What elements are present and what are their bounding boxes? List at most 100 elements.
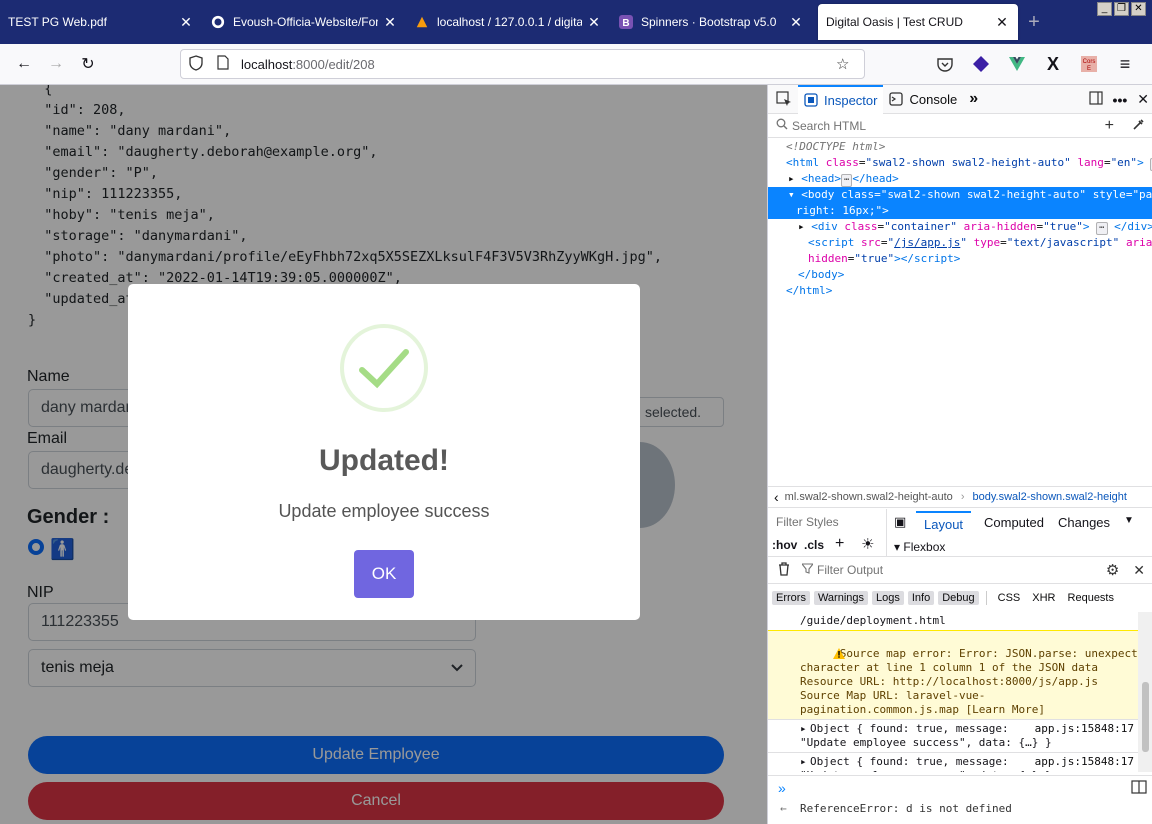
trash-icon[interactable]	[778, 561, 790, 579]
tab-console[interactable]: Console	[883, 85, 963, 114]
cors-extension-icon[interactable]: Cors E	[1078, 53, 1100, 75]
url-text[interactable]: localhost:8000/edit/208	[241, 57, 836, 72]
tree-container-div[interactable]: ▸ <div class="container" aria-hidden="tr…	[768, 219, 1152, 235]
reload-icon[interactable]: ↻	[72, 48, 104, 80]
dock-side-icon[interactable]	[1088, 91, 1103, 108]
bookmark-star-icon[interactable]: ☆	[836, 55, 856, 73]
filter-xhr[interactable]: XHR	[1028, 591, 1059, 605]
tab-inspector[interactable]: Inspector	[798, 84, 884, 114]
light-theme-icon[interactable]: ☀	[861, 535, 874, 553]
more-options-icon[interactable]: •••	[1113, 92, 1128, 108]
close-tab-icon[interactable]: ✕	[994, 14, 1010, 31]
tree-script-cont[interactable]: hidden="true"></script>	[768, 251, 1152, 267]
history-arrow-icon: ←	[780, 802, 787, 815]
close-split-console-icon[interactable]: ✕	[1133, 562, 1145, 579]
forward-arrow-icon[interactable]: →	[40, 48, 72, 80]
console-scrollbar[interactable]	[1138, 612, 1152, 772]
close-tab-icon[interactable]: ✕	[788, 14, 804, 31]
filter-info[interactable]: Info	[907, 591, 935, 605]
search-html-input[interactable]: Search HTML	[792, 119, 1105, 133]
tree-body-selected-cont[interactable]: right: 16px;">	[768, 203, 1152, 219]
modal-title: Updated!	[319, 444, 449, 477]
extension-diamond-icon[interactable]	[970, 53, 992, 75]
console-icon	[889, 92, 904, 106]
expand-arrow-icon[interactable]: ▸	[800, 755, 807, 769]
filter-errors[interactable]: Errors	[772, 591, 810, 605]
tree-html-open[interactable]: <html class="swal2-shown swal2-height-au…	[768, 155, 1152, 171]
add-node-icon[interactable]: +	[1105, 117, 1114, 135]
log-object-text: Object { found: true, message:	[810, 755, 1009, 768]
add-rule-icon[interactable]: +	[835, 535, 844, 553]
browser-tab[interactable]: B Spinners · Bootstrap v5.0 ✕	[610, 0, 812, 44]
browser-tab-active[interactable]: Digital Oasis | Test CRUD ✕	[818, 4, 1018, 40]
filter-debug[interactable]: Debug	[938, 591, 979, 605]
log-source-link[interactable]: app.js:15848:17	[1035, 755, 1134, 769]
flexbox-section[interactable]: ▾ Flexbox	[894, 540, 945, 554]
page-icon[interactable]	[217, 55, 231, 73]
filter-css[interactable]: CSS	[994, 591, 1025, 605]
breadcrumb-item-body[interactable]: body.swal2-shown.swal2-height	[972, 491, 1127, 503]
vue-devtools-icon[interactable]	[1006, 53, 1028, 75]
log-source-link[interactable]: app.js:15848:17	[1035, 722, 1134, 736]
filter-output-input[interactable]: Filter Output	[817, 563, 1106, 577]
tab-changes[interactable]: Changes	[1058, 515, 1110, 530]
breadcrumb-item-html[interactable]: ml.swal2-shown.swal2-height-auto	[785, 491, 953, 503]
editor-mode-icon[interactable]	[1131, 780, 1147, 797]
svg-text:Cors: Cors	[1083, 59, 1096, 65]
minimize-button[interactable]: _	[1097, 2, 1112, 16]
more-dropdown-icon[interactable]: ▼	[1124, 515, 1134, 526]
more-tabs-icon[interactable]: »	[963, 85, 984, 114]
gear-icon[interactable]: ⚙	[1106, 561, 1119, 579]
filter-logs[interactable]: Logs	[872, 591, 904, 605]
expand-arrow-icon[interactable]: ▸	[800, 722, 807, 736]
close-tab-icon[interactable]: ✕	[382, 14, 398, 31]
tree-body-selected[interactable]: ▾ <body class="swal2-shown swal2-height-…	[768, 187, 1152, 203]
close-window-button[interactable]: ✕	[1131, 2, 1146, 16]
back-arrow-icon[interactable]: ←	[8, 48, 40, 80]
svg-text:B: B	[622, 18, 629, 29]
tab-computed[interactable]: Computed	[984, 515, 1044, 530]
x-extension-icon[interactable]: X	[1042, 53, 1064, 75]
modal-message: Update employee success	[278, 501, 490, 521]
prompt-chevron-icon: »	[778, 780, 786, 796]
tree-doctype[interactable]: <!DOCTYPE html>	[768, 139, 1152, 155]
close-tab-icon[interactable]: ✕	[178, 14, 194, 31]
warning-line: Source Map URL: laravel-vue-	[800, 689, 986, 702]
console-log-object[interactable]: ▸Object { found: true, message: "Update …	[768, 720, 1138, 753]
bootstrap-icon: B	[618, 14, 634, 30]
filter-icon	[800, 563, 815, 577]
console-log-object[interactable]: ▸Object { found: true, message: "Update …	[768, 753, 1138, 772]
url-bar[interactable]: localhost:8000/edit/208 ☆	[180, 49, 865, 79]
pocket-icon[interactable]	[934, 53, 956, 75]
browser-tab[interactable]: localhost / 127.0.0.1 / digital_c ✕	[406, 0, 610, 44]
filter-requests[interactable]: Requests	[1064, 591, 1118, 605]
element-picker-icon[interactable]	[768, 85, 798, 114]
cls-toggle[interactable]: .cls	[804, 538, 824, 552]
console-input[interactable]: » ← ReferenceError: d is not defined	[768, 775, 1152, 824]
filter-styles-input[interactable]: Filter Styles	[776, 515, 839, 529]
tab-title: Evoush-Officia-Website/FormE	[233, 15, 378, 29]
tree-body-close[interactable]: </body>	[768, 267, 1152, 283]
tree-head[interactable]: ▸ <head> ⋯ </head>	[768, 171, 1152, 187]
filter-warnings[interactable]: Warnings	[813, 591, 869, 605]
hamburger-menu-icon[interactable]: ≡	[1114, 53, 1136, 75]
ok-button[interactable]: OK	[354, 550, 414, 598]
url-host: localhost	[241, 56, 293, 72]
browser-tab[interactable]: TEST PG Web.pdf ✕	[0, 0, 202, 44]
tree-script[interactable]: <script src="/js/app.js" type="text/java…	[768, 235, 1152, 251]
restore-button[interactable]: ❐	[1114, 2, 1129, 16]
close-devtools-icon[interactable]: ✕	[1137, 91, 1149, 108]
tree-html-close[interactable]: </html>	[768, 283, 1152, 299]
shield-icon[interactable]	[189, 54, 205, 74]
close-tab-icon[interactable]: ✕	[586, 14, 602, 31]
hov-toggle[interactable]: :hov	[772, 538, 797, 552]
tab-layout[interactable]: Layout	[916, 511, 972, 533]
tab-strip: TEST PG Web.pdf ✕ Evoush-Officia-Website…	[0, 0, 1152, 44]
eyedropper-icon[interactable]	[1132, 118, 1145, 134]
new-tab-button[interactable]: +	[1018, 0, 1050, 44]
browser-tab[interactable]: Evoush-Officia-Website/FormE ✕	[202, 0, 406, 44]
breadcrumb-left-icon[interactable]: ‹	[774, 489, 779, 505]
web-page: { "id": 208, "name": "dany mardani", "em…	[0, 85, 767, 824]
url-path: :8000/edit/208	[292, 56, 375, 72]
toggle-sidebar-icon[interactable]: ▣	[894, 514, 906, 530]
